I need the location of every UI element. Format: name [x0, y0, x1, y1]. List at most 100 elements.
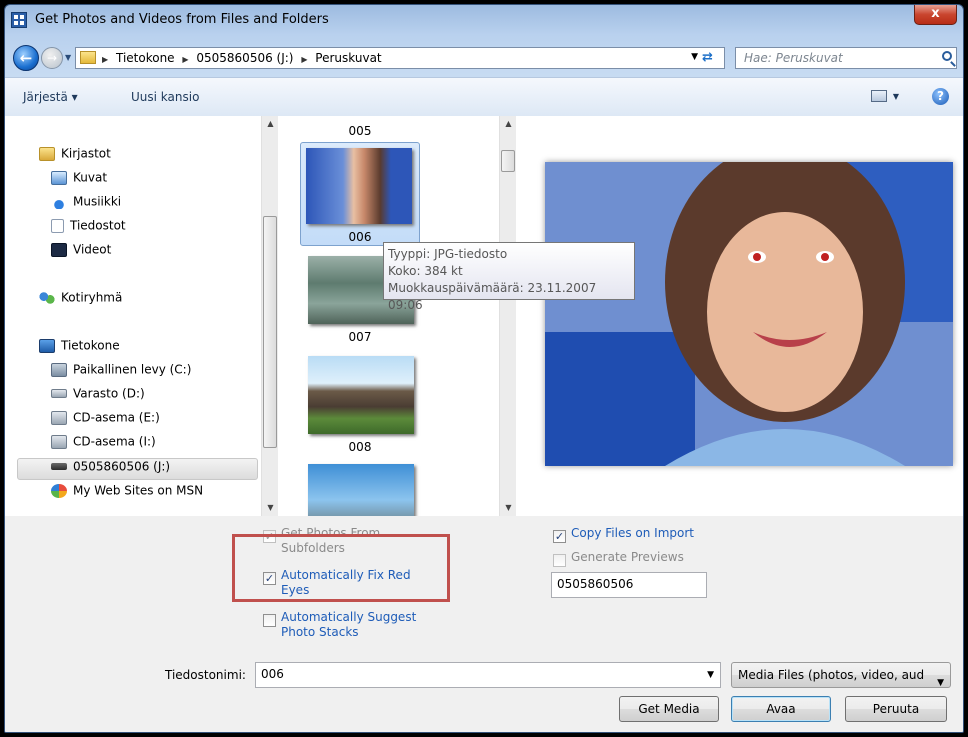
recent-pages-dropdown-icon[interactable]: ▼	[65, 53, 71, 62]
close-button[interactable]: x	[914, 5, 957, 25]
nav-item-label: 0505860506 (J:)	[73, 459, 171, 474]
cancel-button[interactable]: Peruuta	[845, 696, 947, 722]
chevron-right-icon[interactable]: ▶	[301, 55, 307, 64]
scroll-thumb[interactable]	[263, 216, 277, 448]
local-disk-icon	[51, 362, 67, 377]
forward-button[interactable]: →	[41, 47, 63, 69]
folder-name-field[interactable]: 0505860506	[551, 572, 707, 598]
nav-item-computer[interactable]: Tietokone	[39, 338, 120, 358]
filetype-select[interactable]: Media Files (photos, video, aud ▼	[731, 662, 951, 688]
scroll-thumb[interactable]	[501, 150, 515, 172]
copy-files-label[interactable]: Copy Files on Import	[571, 526, 694, 541]
nav-item-pictures[interactable]: Kuvat	[51, 170, 107, 190]
nav-item-label: Musiikki	[73, 194, 122, 209]
scroll-up-icon[interactable]: ▲	[500, 116, 517, 132]
suggest-stacks-checkbox[interactable]	[263, 614, 276, 627]
file-thumbnail-006[interactable]	[306, 148, 412, 224]
nav-item-label: Paikallinen levy (C:)	[73, 362, 192, 377]
breadcrumb-folder[interactable]: Peruskuvat	[315, 51, 381, 65]
search-placeholder: Hae: Peruskuvat	[744, 51, 843, 65]
filetype-value: Media Files (photos, video, aud	[738, 668, 925, 682]
nav-item-cd-e[interactable]: CD-asema (E:)	[51, 410, 160, 430]
suggest-stacks-label[interactable]: Automatically Suggest Photo Stacks	[281, 610, 441, 640]
nav-item-label: Tiedostot	[70, 218, 126, 233]
nav-item-documents[interactable]: Tiedostot	[51, 218, 126, 238]
file-label[interactable]: 005	[290, 124, 430, 138]
file-info-tooltip: Tyyppi: JPG-tiedosto Koko: 384 kt Muokka…	[383, 242, 635, 312]
nav-item-music[interactable]: Musiikki	[51, 194, 121, 214]
browser-area: Kirjastot Kuvat Musiikki Tiedostot Video…	[5, 116, 963, 516]
scroll-down-icon[interactable]: ▼	[500, 500, 517, 516]
music-icon	[51, 194, 67, 209]
file-label[interactable]: 008	[290, 440, 430, 454]
organize-menu[interactable]: Järjestä ▾	[23, 90, 78, 104]
search-icon[interactable]	[942, 51, 952, 61]
file-list: 005 006 007 008	[280, 116, 522, 516]
nav-scrollbar[interactable]: ▲ ▼	[261, 116, 278, 516]
scroll-up-icon[interactable]: ▲	[262, 116, 279, 132]
chevron-down-icon[interactable]: ▼	[937, 671, 944, 695]
nav-item-libraries[interactable]: Kirjastot	[39, 146, 111, 166]
nav-item-homegroup[interactable]: Kotiryhmä	[39, 290, 122, 310]
nav-item-label: Tietokone	[61, 338, 120, 353]
file-thumbnail-009[interactable]	[308, 464, 414, 516]
file-list-scrollbar[interactable]: ▲ ▼	[499, 116, 516, 516]
breadcrumb-computer[interactable]: Tietokone	[116, 51, 175, 65]
copy-files-checkbox[interactable]: ✓	[553, 530, 566, 543]
filename-label: Tiedostonimi:	[165, 668, 246, 682]
nav-item-label: Varasto (D:)	[73, 386, 145, 401]
drive-icon	[51, 389, 67, 398]
nav-item-drive-d[interactable]: Varasto (D:)	[51, 386, 145, 406]
documents-icon	[51, 218, 64, 233]
nav-item-local-disk-c[interactable]: Paikallinen levy (C:)	[51, 362, 191, 382]
nav-item-msn[interactable]: My Web Sites on MSN	[51, 483, 203, 503]
computer-icon	[39, 338, 55, 353]
cd-drive-icon	[51, 410, 67, 425]
preview-photo	[545, 162, 953, 466]
library-icon	[39, 146, 55, 161]
nav-item-videos[interactable]: Videot	[51, 242, 111, 262]
address-dropdown-icon[interactable]: ▼	[691, 52, 698, 62]
view-options-icon[interactable]	[871, 90, 887, 102]
msn-icon	[51, 483, 67, 498]
get-media-button[interactable]: Get Media	[619, 696, 719, 722]
back-button[interactable]: ←	[13, 45, 39, 71]
address-row: ← → ▼ ▶ Tietokone ▶ 0505860506 (J:) ▶ Pe…	[5, 41, 963, 71]
highlight-frame	[232, 534, 450, 602]
pictures-icon	[51, 170, 67, 185]
file-label[interactable]: 007	[290, 330, 430, 344]
new-folder-button[interactable]: Uusi kansio	[131, 90, 199, 104]
chevron-right-icon[interactable]: ▶	[102, 55, 108, 64]
open-button[interactable]: Avaa	[731, 696, 831, 722]
nav-item-label: CD-asema (I:)	[73, 434, 156, 449]
window-title: Get Photos and Videos from Files and Fol…	[35, 12, 329, 27]
address-bar[interactable]: ▶ Tietokone ▶ 0505860506 (J:) ▶ Peruskuv…	[75, 47, 725, 69]
nav-item-label: Kirjastot	[61, 146, 111, 161]
generate-previews-checkbox[interactable]	[553, 554, 566, 567]
filename-combo[interactable]: 006 ▼	[255, 662, 721, 688]
scroll-down-icon[interactable]: ▼	[262, 500, 279, 516]
chevron-right-icon[interactable]: ▶	[182, 55, 188, 64]
breadcrumb-drive[interactable]: 0505860506 (J:)	[196, 51, 293, 65]
nav-item-label: Videot	[73, 242, 112, 257]
cd-drive-icon	[51, 434, 67, 449]
nav-item-cd-i[interactable]: CD-asema (I:)	[51, 434, 156, 454]
title-bar: Get Photos and Videos from Files and Fol…	[5, 5, 963, 35]
image-preview	[545, 162, 953, 466]
refresh-icon[interactable]: ⇄	[702, 50, 720, 66]
chevron-down-icon[interactable]: ▼	[707, 670, 714, 680]
file-thumbnail-008[interactable]	[308, 356, 414, 434]
help-icon[interactable]: ?	[932, 88, 949, 105]
navigation-pane: Kirjastot Kuvat Musiikki Tiedostot Video…	[5, 116, 261, 516]
nav-item-drive-j[interactable]: 0505860506 (J:)	[51, 459, 170, 479]
chevron-down-icon[interactable]: ▼	[893, 92, 899, 101]
nav-item-label: My Web Sites on MSN	[73, 483, 204, 498]
search-input[interactable]: Hae: Peruskuvat	[735, 47, 957, 69]
generate-previews-label: Generate Previews	[571, 550, 684, 564]
import-options-panel: ✓ Get Photos From Subfolders ✓ Automatic…	[5, 516, 963, 732]
dialog-window: Get Photos and Videos from Files and Fol…	[4, 4, 964, 733]
removable-drive-icon	[51, 463, 67, 470]
nav-item-label: Kuvat	[73, 170, 108, 185]
videos-icon	[51, 242, 67, 257]
breadcrumb: ▶ Tietokone ▶ 0505860506 (J:) ▶ Peruskuv…	[102, 51, 386, 65]
